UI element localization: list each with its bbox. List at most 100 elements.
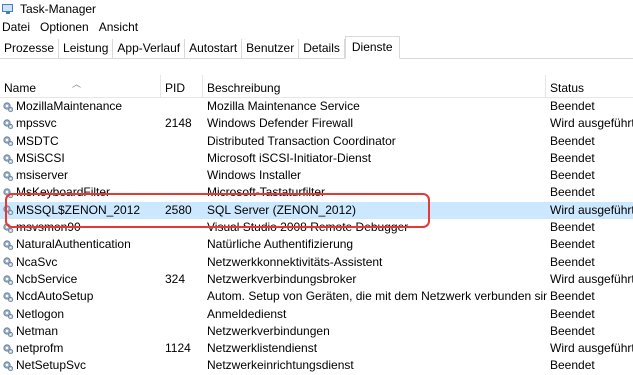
service-gear-icon [2,187,14,199]
service-status: Beendet [550,306,595,321]
table-row[interactable]: NcaSvc Netzwerkkonnektivitäts-Assistent Be… [0,254,633,271]
service-pid [161,254,205,271]
service-status: Beendet [550,99,595,113]
service-status: Beendet [550,185,595,200]
menu-optionen[interactable]: Optionen [38,20,95,34]
service-name-cell: msiserver [0,167,162,184]
service-name-cell: NcdAutoSetup [0,288,162,305]
task-manager-icon [2,3,14,15]
column-header-status[interactable]: Status [546,75,633,97]
service-description: Windows Defender Firewall [207,116,354,131]
service-description: Microsoft-Tastaturfilter [207,185,326,200]
tab-dienste[interactable]: Dienste [344,36,400,59]
table-row[interactable]: netprofm 1124 Netzwerklistendienst Wird aus… [0,340,633,357]
service-pid [161,236,205,253]
service-gear-icon [2,326,14,338]
service-name-cell: MozillaMaintenance [0,98,162,115]
service-name: msvsmon90 [16,220,81,235]
service-status: Beendet [550,323,595,338]
service-description: Microsoft iSCSI-Initiator-Dienst [207,150,372,165]
column-header-name[interactable]: Name ︿ [0,75,161,97]
table-row[interactable]: MSDTC Distributed Transaction Coordinator… [0,133,633,150]
table-row[interactable]: MSSQL$ZENON_2012 2580 SQL Server (ZENON_20… [0,201,633,220]
service-name: Netlogon [16,306,65,321]
table-row[interactable]: NetSetupSvc Netzwerkeinrichtungsdienst Bee… [0,357,633,374]
service-name: NaturalAuthentication [16,237,131,252]
service-name-cell: NcbService [0,271,162,288]
service-gear-icon [2,153,14,165]
table-row[interactable]: NcdAutoSetup Autom. Setup von Geräten, di… [0,288,633,305]
service-name-cell: msvsmon90 [0,219,162,236]
service-name: MSDTC [16,133,59,148]
service-description: Netzwerkkonnektivitäts-Assistent [207,254,383,269]
tab-autostart[interactable]: Autostart [185,39,243,58]
service-gear-icon [2,101,14,113]
service-gear-icon [2,222,14,234]
service-gear-icon [2,204,14,216]
service-name: MSiSCSI [16,150,65,165]
table-row[interactable]: msiserver Windows Installer Beendet [0,167,633,184]
service-gear-icon [2,360,14,372]
service-pid: 324 [165,271,186,286]
service-description: SQL Server (ZENON_2012) [207,202,356,217]
service-pid [161,133,205,150]
table-row[interactable]: NcbService 324 Netzwerkverbindungsbroker Wi… [0,271,633,288]
service-pid [161,184,205,201]
service-description: Natürliche Authentifizierung [207,237,354,252]
column-header-pid[interactable]: PID [161,75,203,97]
table-row[interactable]: MSiSCSI Microsoft iSCSI-Initiator-Dienst B… [0,150,633,167]
tab-prozesse[interactable]: Prozesse [0,39,60,58]
service-pid: 2148 [165,116,192,131]
service-description: Netzwerkverbindungen [207,323,330,338]
table-row[interactable]: MozillaMaintenance Mozilla Maintenance Se… [0,98,633,115]
service-pid [161,150,205,167]
table-row[interactable]: Netman Netzwerkverbindungen Beendet [0,323,633,340]
menu-ansicht[interactable]: Ansicht [97,20,144,34]
service-pid [161,167,205,184]
service-gear-icon [2,239,14,251]
service-status: Beendet [550,133,595,148]
table-row[interactable]: msvsmon90 Visual Studio 2008 Remote Debug… [0,219,633,236]
service-pid: 2580 [165,202,192,217]
service-gear-icon [2,170,14,182]
tab-bar: Prozesse Leistung App-Verlauf Autostart … [0,36,633,59]
menu-datei[interactable]: Datei [0,20,36,34]
service-pid [161,288,205,305]
service-gear-icon [2,118,14,130]
service-name-cell: MSSQL$ZENON_2012 [0,202,162,219]
tab-details[interactable]: Details [299,39,345,58]
service-name: MozillaMaintenance [16,99,123,113]
tab-benutzer[interactable]: Benutzer [242,39,300,58]
service-gear-icon [2,256,14,268]
tab-leistung[interactable]: Leistung [59,39,114,58]
table-header: Name ︿ PID Beschreibung Status [0,75,633,98]
menu-bar: Datei Optionen Ansicht [0,18,633,36]
service-description: Visual Studio 2008 Remote Debugger [207,220,409,235]
service-pid: 1124 [165,341,191,356]
service-name: NetSetupSvc [16,358,87,373]
table-row[interactable]: Netlogon Anmeldedienst Beendet [0,306,633,323]
table-row[interactable]: MsKeyboardFilter Microsoft-Tastaturfilter… [0,184,633,201]
service-description: Distributed Transaction Coordinator [207,133,396,148]
service-name: mpssvc [16,116,57,131]
tab-app-verlauf[interactable]: App-Verlauf [113,39,186,58]
service-description: Anmeldedienst [207,306,287,321]
service-description: Mozilla Maintenance Service [207,99,360,113]
service-status: Beendet [550,150,595,165]
service-name: NcdAutoSetup [16,289,94,304]
column-header-description[interactable]: Beschreibung [203,75,546,97]
service-gear-icon [2,274,14,286]
service-status: Beendet [550,237,595,252]
service-pid [161,98,205,115]
service-gear-icon [2,135,14,147]
table-row[interactable]: NaturalAuthentication Natürliche Authenti… [0,236,633,253]
table-body: MozillaMaintenance Mozilla Maintenance Se… [0,98,633,375]
service-status: Beendet [550,168,595,183]
service-name-cell: mpssvc [0,115,162,132]
sort-up-caret-icon: ︿ [72,79,82,89]
service-status: Beendet [550,254,595,269]
table-row[interactable]: mpssvc 2148 Windows Defender Firewall Wird … [0,115,633,132]
service-gear-icon [2,291,14,303]
service-pid [161,219,205,236]
service-name-cell: NetSetupSvc [0,357,162,374]
